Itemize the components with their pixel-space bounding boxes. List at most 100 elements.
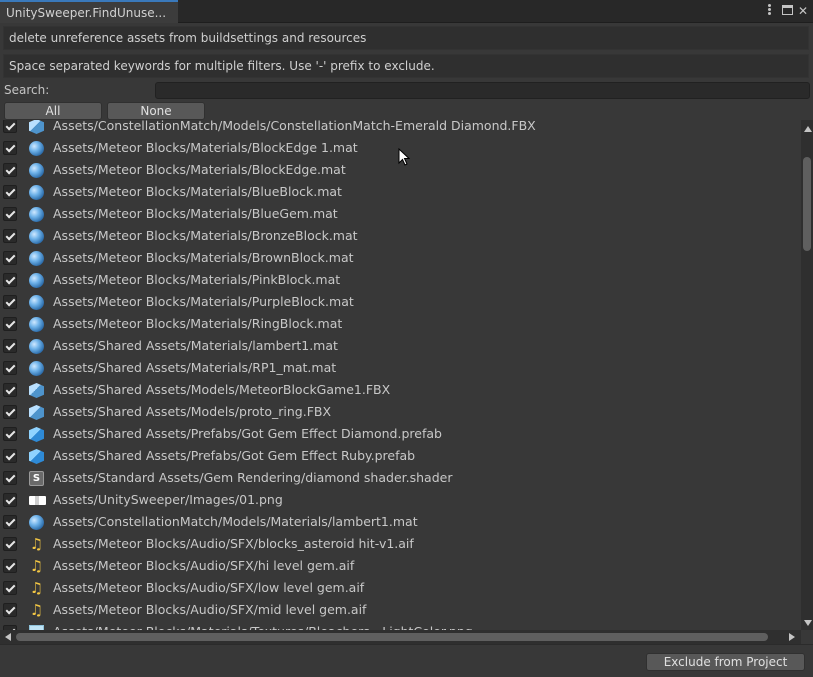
asset-checkbox[interactable] (3, 427, 17, 441)
model-icon (29, 383, 44, 398)
asset-row[interactable]: Assets/ConstellationMatch/Models/Constel… (0, 120, 800, 137)
more-options-icon[interactable] (762, 3, 776, 19)
asset-path: Assets/Shared Assets/Materials/RP1_mat.m… (53, 360, 337, 375)
asset-row[interactable]: Assets/Meteor Blocks/Materials/BrownBloc… (0, 247, 800, 269)
asset-path: Assets/Shared Assets/Materials/lambert1.… (53, 338, 338, 353)
asset-row[interactable]: Assets/Shared Assets/Materials/RP1_mat.m… (0, 357, 800, 379)
asset-row[interactable]: Assets/Shared Assets/Prefabs/Got Gem Eff… (0, 423, 800, 445)
description-text: delete unreference assets from buildsett… (9, 31, 367, 45)
material-icon (29, 295, 44, 310)
scroll-right-icon[interactable] (789, 633, 795, 641)
select-none-button[interactable]: None (107, 102, 205, 120)
audio-icon: ♫ (29, 557, 44, 575)
scroll-down-icon[interactable] (804, 620, 812, 626)
asset-row[interactable]: Assets/Meteor Blocks/Materials/RingBlock… (0, 313, 800, 335)
search-input[interactable] (155, 82, 810, 99)
asset-path: Assets/UnitySweeper/Images/01.png (53, 492, 283, 507)
prefab-icon (29, 449, 44, 464)
asset-checkbox[interactable] (3, 339, 17, 353)
image-icon (29, 496, 46, 505)
maximize-icon[interactable] (780, 3, 794, 19)
vertical-scrollbar[interactable] (801, 120, 813, 630)
asset-path: Assets/Meteor Blocks/Materials/BlueGem.m… (53, 206, 338, 221)
asset-row[interactable]: Assets/Meteor Blocks/Materials/BronzeBlo… (0, 225, 800, 247)
asset-path: Assets/Meteor Blocks/Materials/BlueBlock… (53, 184, 342, 199)
material-icon (29, 141, 44, 156)
asset-row[interactable]: Assets/Meteor Blocks/Materials/Textures/… (0, 621, 800, 630)
asset-checkbox[interactable] (3, 515, 17, 529)
asset-row[interactable]: Assets/Shared Assets/Prefabs/Got Gem Eff… (0, 445, 800, 467)
asset-checkbox[interactable] (3, 537, 17, 551)
asset-path: Assets/Meteor Blocks/Materials/BlockEdge… (53, 140, 358, 155)
asset-path: Assets/ConstellationMatch/Models/Materia… (53, 514, 418, 529)
asset-row[interactable]: Assets/Meteor Blocks/Materials/BlueGem.m… (0, 203, 800, 225)
asset-checkbox[interactable] (3, 383, 17, 397)
material-icon (29, 273, 44, 288)
asset-path: Assets/Shared Assets/Models/MeteorBlockG… (53, 382, 391, 397)
asset-row[interactable]: S Assets/Standard Assets/Gem Rendering/di… (0, 467, 800, 489)
asset-row[interactable]: Assets/UnitySweeper/Images/01.png (0, 489, 800, 511)
asset-row[interactable]: Assets/ConstellationMatch/Models/Materia… (0, 511, 800, 533)
asset-path: Assets/Meteor Blocks/Audio/SFX/hi level … (53, 558, 355, 573)
asset-path: Assets/Shared Assets/Models/proto_ring.F… (53, 404, 332, 419)
asset-checkbox[interactable] (3, 317, 17, 331)
asset-checkbox[interactable] (3, 449, 17, 463)
select-all-button[interactable]: All (4, 102, 102, 120)
asset-row[interactable]: ♫ Assets/Meteor Blocks/Audio/SFX/hi level… (0, 555, 800, 577)
asset-checkbox[interactable] (3, 493, 17, 507)
horizontal-scroll-thumb[interactable] (16, 633, 768, 641)
audio-icon: ♫ (29, 535, 44, 553)
asset-path: Assets/Standard Assets/Gem Rendering/dia… (53, 470, 453, 485)
material-icon (29, 339, 44, 354)
asset-row[interactable]: Assets/Meteor Blocks/Materials/PurpleBlo… (0, 291, 800, 313)
asset-checkbox[interactable] (3, 405, 17, 419)
material-icon (29, 515, 44, 530)
asset-path: Assets/Meteor Blocks/Materials/BlockEdge… (53, 162, 346, 177)
asset-checkbox[interactable] (3, 251, 17, 265)
asset-checkbox[interactable] (3, 141, 17, 155)
asset-checkbox[interactable] (3, 581, 17, 595)
asset-path: Assets/Meteor Blocks/Materials/PinkBlock… (53, 272, 341, 287)
asset-checkbox[interactable] (3, 273, 17, 287)
shader-icon: S (29, 471, 44, 486)
title-bar: UnitySweeper.FindUnuse... ✕ (0, 0, 813, 23)
material-icon (29, 317, 44, 332)
asset-path: Assets/ConstellationMatch/Models/Constel… (53, 120, 536, 133)
asset-row[interactable]: Assets/Shared Assets/Models/MeteorBlockG… (0, 379, 800, 401)
asset-row[interactable]: Assets/Meteor Blocks/Materials/BlueBlock… (0, 181, 800, 203)
asset-path: Assets/Shared Assets/Prefabs/Got Gem Eff… (53, 448, 416, 463)
scroll-up-icon[interactable] (804, 126, 812, 132)
asset-row[interactable]: Assets/Shared Assets/Materials/lambert1.… (0, 335, 800, 357)
vertical-scroll-thumb[interactable] (803, 157, 811, 251)
audio-icon: ♫ (29, 601, 44, 619)
asset-row[interactable]: Assets/Meteor Blocks/Materials/PinkBlock… (0, 269, 800, 291)
material-icon (29, 185, 44, 200)
scroll-left-icon[interactable] (5, 633, 11, 641)
asset-checkbox[interactable] (3, 295, 17, 309)
asset-path: Assets/Meteor Blocks/Audio/SFX/low level… (53, 580, 365, 595)
asset-row[interactable]: Assets/Shared Assets/Models/proto_ring.F… (0, 401, 800, 423)
asset-checkbox[interactable] (3, 361, 17, 375)
horizontal-scrollbar[interactable] (0, 630, 801, 644)
asset-path: Assets/Meteor Blocks/Materials/BrownBloc… (53, 250, 354, 265)
asset-row[interactable]: ♫ Assets/Meteor Blocks/Audio/SFX/low leve… (0, 577, 800, 599)
asset-checkbox[interactable] (3, 471, 17, 485)
material-icon (29, 361, 44, 376)
asset-row[interactable]: ♫ Assets/Meteor Blocks/Audio/SFX/mid leve… (0, 599, 800, 621)
description-box: delete unreference assets from buildsett… (3, 26, 809, 50)
close-icon[interactable]: ✕ (796, 3, 810, 19)
asset-checkbox[interactable] (3, 120, 17, 133)
material-icon (29, 207, 44, 222)
material-icon (29, 163, 44, 178)
asset-row[interactable]: ♫ Assets/Meteor Blocks/Audio/SFX/blocks_a… (0, 533, 800, 555)
search-label: Search: (4, 83, 50, 97)
material-icon (29, 251, 44, 266)
exclude-from-project-button[interactable]: Exclude from Project (646, 653, 805, 671)
asset-checkbox[interactable] (3, 559, 17, 573)
asset-checkbox[interactable] (3, 603, 17, 617)
asset-checkbox[interactable] (3, 207, 17, 221)
asset-checkbox[interactable] (3, 163, 17, 177)
asset-checkbox[interactable] (3, 185, 17, 199)
asset-checkbox[interactable] (3, 229, 17, 243)
window-tab[interactable]: UnitySweeper.FindUnuse... (0, 0, 178, 23)
